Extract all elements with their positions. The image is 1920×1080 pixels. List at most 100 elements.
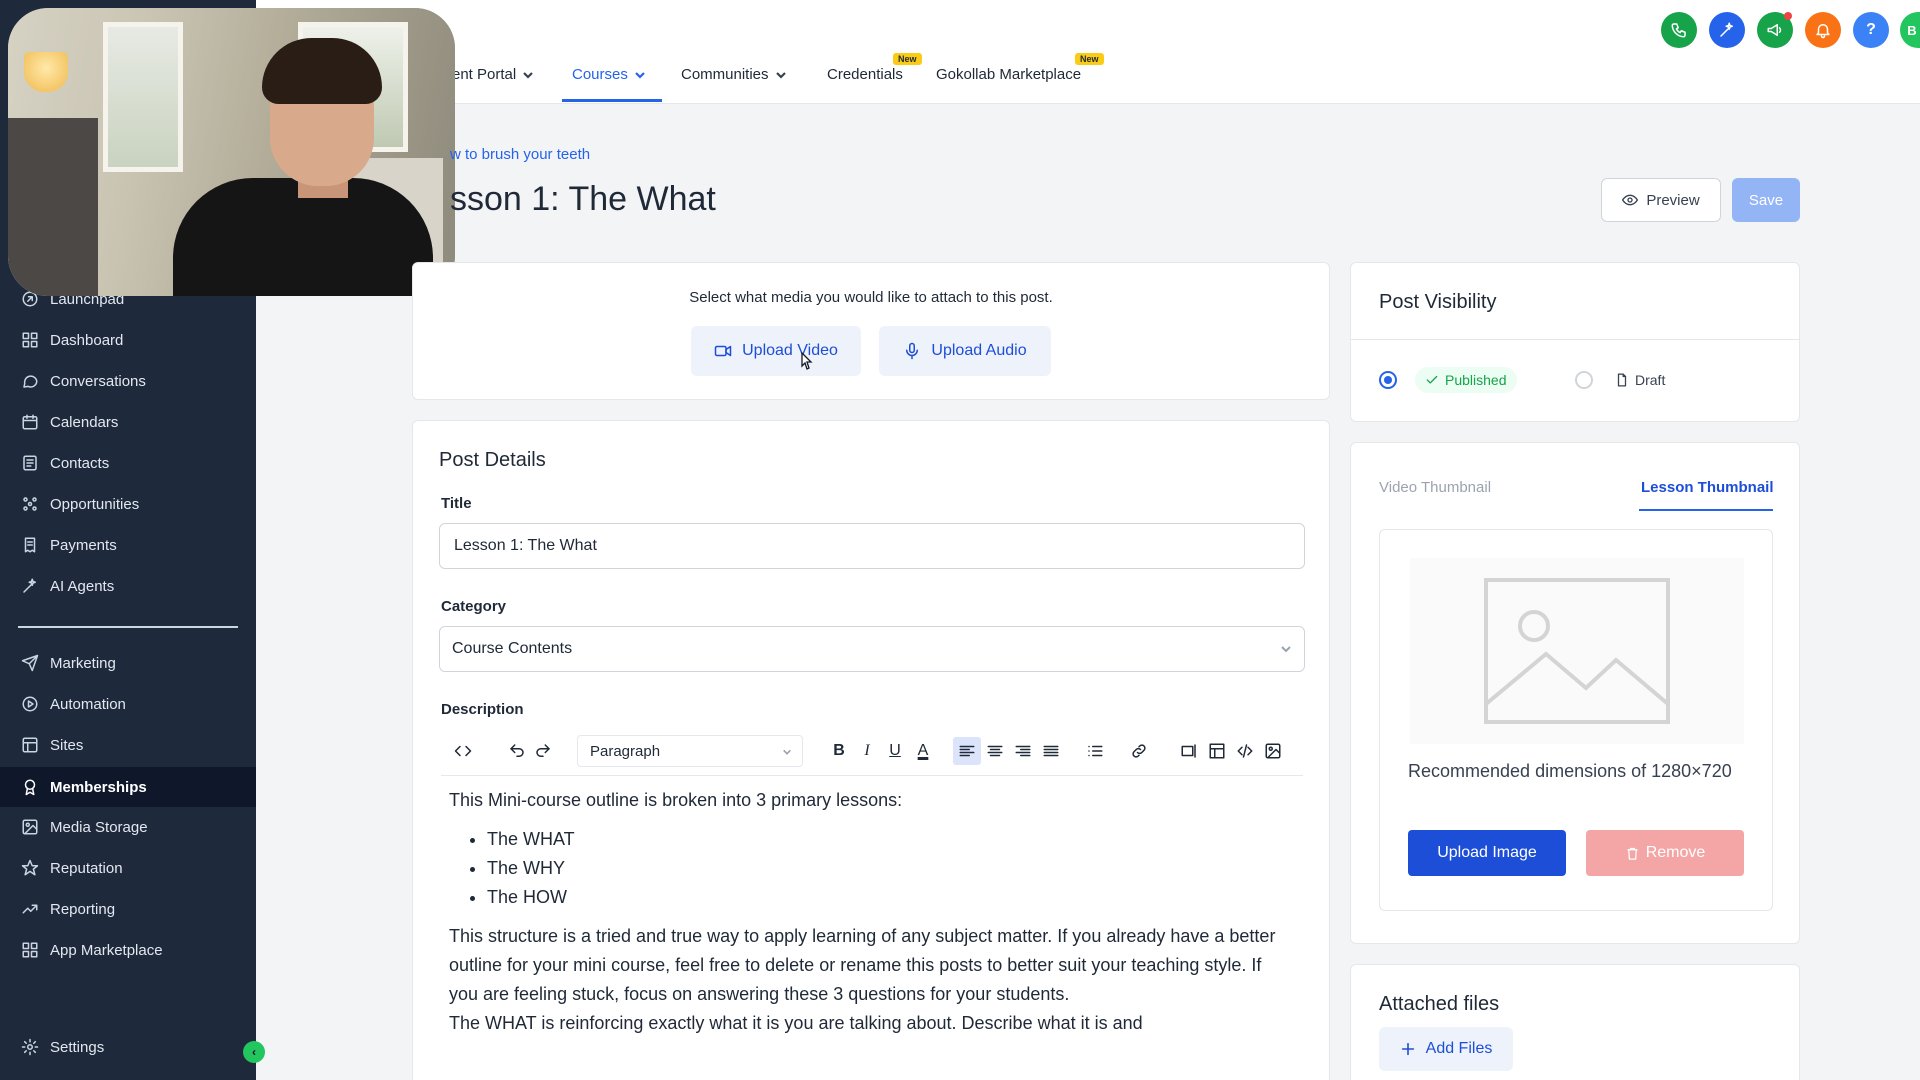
- megaphone-icon: [1767, 24, 1782, 36]
- align-right-button[interactable]: [1009, 737, 1037, 765]
- sidebar-item-contacts[interactable]: Contacts: [0, 444, 256, 482]
- mouse-cursor-icon: [801, 352, 813, 370]
- sidebar-item-dashboard[interactable]: Dashboard: [0, 321, 256, 359]
- trend-icon: [20, 899, 40, 919]
- thumbnail-preview: [1410, 558, 1744, 744]
- underline-button[interactable]: U: [881, 737, 909, 765]
- sidebar-item-label: AI Agents: [50, 577, 115, 595]
- tab-courses[interactable]: Courses: [572, 66, 646, 83]
- paragraph-format-select[interactable]: Paragraph: [577, 735, 803, 767]
- align-center-icon: [987, 745, 1003, 757]
- table-button[interactable]: [1203, 737, 1231, 765]
- chat-icon: [20, 371, 40, 391]
- sidebar-item-reputation[interactable]: Reputation: [0, 849, 256, 887]
- redo-button[interactable]: [529, 737, 557, 765]
- chevron-down-icon: [775, 71, 786, 79]
- description-editor[interactable]: This Mini-course outline is broken into …: [441, 775, 1303, 1080]
- sidebar-item-ai-agents[interactable]: AI Agents: [0, 567, 256, 605]
- notifications-button[interactable]: [1805, 12, 1841, 48]
- sidebar-item-media-storage[interactable]: Media Storage: [0, 808, 256, 846]
- magic-button[interactable]: [1709, 12, 1745, 48]
- align-left-button[interactable]: [953, 737, 981, 765]
- table-icon: [1209, 743, 1225, 759]
- eye-icon: [1622, 194, 1639, 206]
- draft-radio[interactable]: [1575, 371, 1593, 389]
- tab-credentials[interactable]: Credentials: [827, 66, 903, 83]
- link-button[interactable]: [1125, 737, 1153, 765]
- published-radio[interactable]: [1379, 371, 1397, 389]
- sidebar-item-marketing[interactable]: Marketing: [0, 644, 256, 682]
- post-visibility-title: Post Visibility: [1379, 291, 1497, 313]
- chevron-down-icon: [783, 749, 791, 755]
- sidebar-item-conversations[interactable]: Conversations: [0, 362, 256, 400]
- phone-button[interactable]: [1661, 12, 1697, 48]
- upload-audio-button[interactable]: Upload Audio: [879, 326, 1051, 376]
- code-view-button[interactable]: [449, 737, 477, 765]
- preview-button[interactable]: Preview: [1601, 178, 1721, 222]
- upload-audio-label: Upload Audio: [931, 342, 1027, 359]
- phone-icon: [1671, 23, 1686, 38]
- undo-button[interactable]: [503, 737, 531, 765]
- contacts-icon: [20, 453, 40, 473]
- insert-image-button[interactable]: [1259, 737, 1287, 765]
- tab-lesson-thumbnail[interactable]: Lesson Thumbnail: [1641, 479, 1774, 496]
- active-tab-underline: [1639, 509, 1773, 511]
- paragraph-format-value: Paragraph: [590, 742, 661, 760]
- code-icon: [454, 745, 472, 757]
- video-icon: [714, 345, 732, 357]
- sidebar-item-app-marketplace[interactable]: App Marketplace: [0, 931, 256, 969]
- category-select[interactable]: Course Contents: [439, 626, 1305, 672]
- thumbnail-card: Video Thumbnail Lesson Thumbnail Recomme…: [1350, 442, 1800, 944]
- attached-files-card: Attached files Add Files: [1350, 964, 1800, 1080]
- tab-gokollab-marketplace[interactable]: Gokollab Marketplace: [936, 66, 1081, 83]
- align-left-icon: [959, 745, 975, 757]
- draft-badge[interactable]: Draft: [1605, 367, 1675, 393]
- breadcrumb[interactable]: w to brush your teeth: [450, 146, 590, 163]
- description-paragraph: This structure is a tried and true way t…: [449, 926, 1276, 1004]
- tab-video-thumbnail[interactable]: Video Thumbnail: [1379, 479, 1491, 496]
- remove-image-button[interactable]: Remove: [1586, 830, 1744, 876]
- avatar-initial: B: [1907, 22, 1917, 38]
- sidebar-collapse-button[interactable]: ‹: [243, 1041, 265, 1063]
- tab-label: Gokollab Marketplace: [936, 66, 1082, 83]
- tab-label: ent Portal: [452, 66, 517, 83]
- recommended-dimensions: Recommended dimensions of 1280×720: [1408, 761, 1732, 781]
- draft-label: Draft: [1635, 372, 1666, 388]
- sidebar-item-memberships[interactable]: Memberships: [0, 767, 256, 807]
- sites-icon: [20, 735, 40, 755]
- editor-toolbar: Paragraph B I U A: [441, 731, 1303, 771]
- bullet-list-button[interactable]: [1081, 737, 1109, 765]
- add-files-button[interactable]: Add Files: [1379, 1027, 1513, 1071]
- sidebar-divider: [18, 626, 238, 628]
- post-details-card: Post Details Title Category Course Conte…: [412, 420, 1330, 1080]
- sidebar-item-opportunities[interactable]: Opportunities: [0, 485, 256, 523]
- title-input[interactable]: [439, 523, 1305, 569]
- dashboard-icon: [20, 330, 40, 350]
- sidebar-item-payments[interactable]: Payments: [0, 526, 256, 564]
- font-color-button[interactable]: A: [909, 737, 937, 765]
- sidebar-item-reporting[interactable]: Reporting: [0, 890, 256, 928]
- align-center-button[interactable]: [981, 737, 1009, 765]
- bold-button[interactable]: B: [825, 737, 853, 765]
- tab-client-portal[interactable]: ent Portal: [452, 66, 534, 83]
- sidebar-item-calendars[interactable]: Calendars: [0, 403, 256, 441]
- tab-communities[interactable]: Communities: [681, 66, 787, 83]
- sidebar-item-label: Calendars: [50, 413, 119, 431]
- align-justify-button[interactable]: [1037, 737, 1065, 765]
- image-icon: [20, 817, 40, 837]
- webcam-overlay: [8, 8, 455, 296]
- sidebar-item-label: Settings: [50, 1038, 105, 1056]
- sidebar-item-automation[interactable]: Automation: [0, 685, 256, 723]
- ai-agents-icon: [20, 576, 40, 596]
- chevron-down-icon: [1281, 646, 1291, 653]
- sidebar-item-sites[interactable]: Sites: [0, 726, 256, 764]
- sidebar-item-settings[interactable]: Settings: [0, 1028, 256, 1066]
- italic-button[interactable]: I: [853, 737, 881, 765]
- upload-image-button[interactable]: Upload Image: [1408, 830, 1566, 876]
- help-button[interactable]: ?: [1853, 12, 1889, 48]
- source-code-button[interactable]: [1231, 737, 1259, 765]
- published-badge[interactable]: Published: [1415, 367, 1517, 393]
- embed-button[interactable]: [1175, 737, 1203, 765]
- save-button[interactable]: Save: [1732, 178, 1800, 222]
- upload-video-button[interactable]: Upload Video: [691, 326, 861, 376]
